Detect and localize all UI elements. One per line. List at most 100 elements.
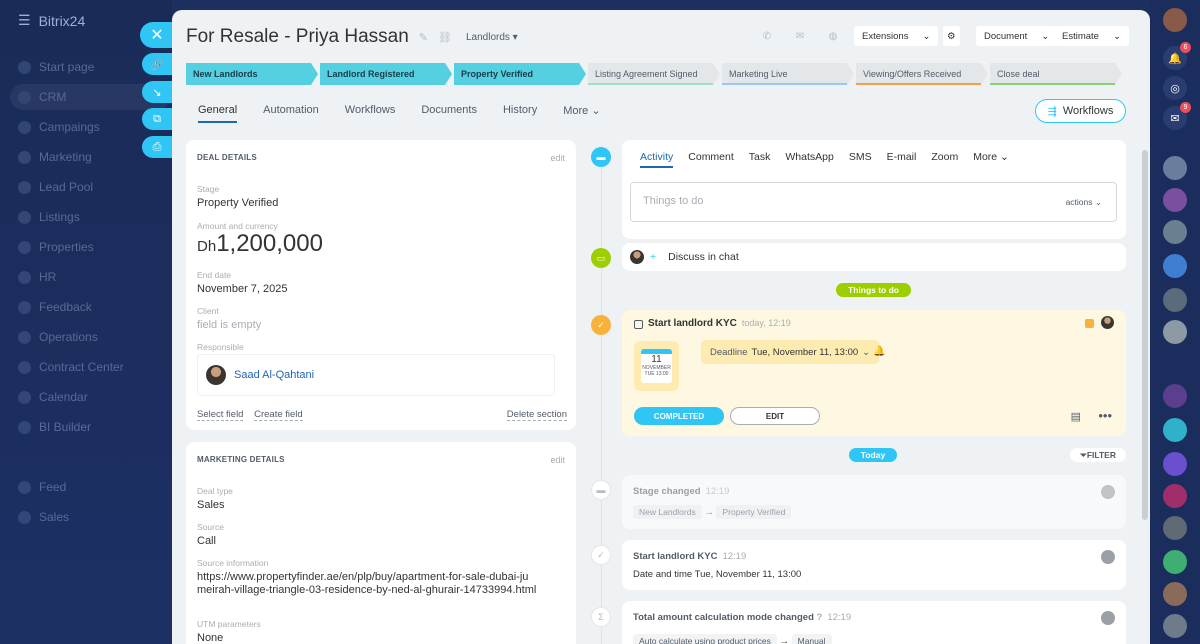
- source-value[interactable]: Call: [197, 535, 216, 547]
- minimize-icon[interactable]: ↘: [142, 81, 172, 103]
- tab-sms[interactable]: SMS: [849, 151, 872, 168]
- contact-avatar[interactable]: [1163, 550, 1187, 574]
- amount-value[interactable]: Dh1,200,000: [197, 230, 323, 258]
- deadline-selector[interactable]: Deadline Tue, November 11, 13:00 ⌄: [701, 340, 880, 364]
- discuss-in-chat[interactable]: + Discuss in chat: [622, 243, 1126, 271]
- sidebar-item-feedback[interactable]: Feedback: [18, 300, 92, 314]
- sidebar-item-bi-builder[interactable]: BI Builder: [18, 420, 91, 434]
- client-value[interactable]: field is empty: [197, 319, 261, 331]
- stage-viewing-offers[interactable]: Viewing/Offers Received: [856, 63, 988, 85]
- tab-email[interactable]: E-mail: [887, 151, 917, 168]
- stage-listing-agreement-signed[interactable]: Listing Agreement Signed: [588, 63, 720, 85]
- tab-general[interactable]: General: [198, 104, 238, 123]
- tab-whatsapp[interactable]: WhatsApp: [785, 151, 833, 168]
- stage-landlord-registered[interactable]: Landlord Registered: [320, 63, 452, 85]
- field-label: End date: [197, 270, 232, 280]
- document-button[interactable]: Document ⌄: [976, 26, 1058, 46]
- sidebar-item-sales[interactable]: Sales: [18, 510, 69, 524]
- extensions-button[interactable]: Extensions ⌄: [854, 26, 939, 46]
- bell-icon[interactable]: 🔔: [873, 346, 885, 357]
- filter-button[interactable]: ⏷ FILTER: [1070, 448, 1126, 462]
- edit-title-icon[interactable]: ✎: [419, 31, 428, 44]
- responsible-name[interactable]: Saad Al-Qahtani: [234, 369, 314, 381]
- sidebar-item-marketing[interactable]: Marketing: [18, 150, 92, 164]
- sidebar-item-lead-pool[interactable]: Lead Pool: [18, 180, 93, 194]
- sidebar-item-campaings[interactable]: Campaings: [18, 120, 100, 134]
- edit-button[interactable]: EDIT: [730, 407, 820, 425]
- things-to-do-input[interactable]: Things to do actions ⌄: [630, 182, 1117, 222]
- deal-type-value[interactable]: Sales: [197, 499, 225, 511]
- phone-icon[interactable]: ✆: [760, 29, 774, 43]
- contact-avatar[interactable]: [1163, 156, 1187, 180]
- notifications-icon[interactable]: 🔔 6: [1163, 42, 1191, 70]
- tab-comment[interactable]: Comment: [688, 151, 734, 168]
- more-icon[interactable]: •••: [1098, 408, 1112, 423]
- help-icon[interactable]: ?: [817, 612, 823, 623]
- edit-link[interactable]: edit: [550, 153, 565, 163]
- tab-workflows[interactable]: Workflows: [345, 104, 396, 123]
- sidebar-item-start-page[interactable]: Start page: [18, 60, 94, 74]
- mail-icon[interactable]: ✉: [793, 29, 807, 43]
- contact-avatar[interactable]: [1163, 254, 1187, 278]
- contact-avatar[interactable]: [1163, 220, 1187, 244]
- settings-button[interactable]: ⚙: [943, 26, 960, 46]
- contact-avatar[interactable]: [1163, 188, 1187, 212]
- stage-new-landlords[interactable]: New Landlords: [186, 63, 318, 85]
- scrollbar[interactable]: [1142, 150, 1148, 520]
- link-icon[interactable]: 🔗: [142, 53, 172, 75]
- note-icon[interactable]: ▤: [1071, 410, 1081, 423]
- user-avatar[interactable]: [1163, 8, 1187, 32]
- tab-task[interactable]: Task: [749, 151, 771, 168]
- estimate-button[interactable]: Estimate ⌄: [1054, 26, 1129, 46]
- tab-more[interactable]: More ⌄: [563, 104, 600, 123]
- end-date-value[interactable]: November 7, 2025: [197, 283, 288, 295]
- completed-button[interactable]: COMPLETED: [634, 407, 724, 425]
- contact-avatar[interactable]: [1163, 516, 1187, 540]
- tab-automation[interactable]: Automation: [263, 104, 319, 123]
- contact-avatar[interactable]: [1163, 582, 1187, 606]
- source-info-value[interactable]: https://www.propertyfinder.ae/en/plp/buy…: [197, 571, 537, 596]
- stage-property-verified[interactable]: Property Verified: [454, 63, 586, 85]
- sidebar-item-calendar[interactable]: Calendar: [18, 390, 88, 404]
- open-new-window-icon[interactable]: ⧉: [142, 108, 172, 130]
- menu-icon[interactable]: ☰: [18, 12, 31, 29]
- contact-avatar[interactable]: [1163, 418, 1187, 442]
- pulse-icon[interactable]: ◎: [1163, 76, 1187, 100]
- payment-icon[interactable]: ◍: [826, 29, 840, 43]
- contact-avatar[interactable]: [1163, 614, 1187, 638]
- stage-value[interactable]: Property Verified: [197, 197, 278, 209]
- task-checkbox[interactable]: [634, 320, 643, 329]
- tab-more[interactable]: More ⌄: [973, 151, 1009, 168]
- edit-link[interactable]: edit: [550, 455, 565, 465]
- task-title[interactable]: Start landlord KYC today, 12:19: [648, 318, 791, 329]
- sidebar-item-contract-center[interactable]: Contract Center: [18, 360, 124, 374]
- sidebar-item-hr[interactable]: HR: [18, 270, 56, 284]
- delete-section-link[interactable]: Delete section: [506, 409, 567, 421]
- sidebar-item-properties[interactable]: Properties: [18, 240, 94, 254]
- contact-avatar[interactable]: [1163, 484, 1187, 508]
- tab-documents[interactable]: Documents: [421, 104, 477, 123]
- create-field-link[interactable]: Create field: [254, 409, 303, 421]
- workflows-button[interactable]: ⇶ Workflows: [1035, 99, 1126, 123]
- contact-avatar[interactable]: [1163, 288, 1187, 312]
- sidebar-item-listings[interactable]: Listings: [18, 210, 80, 224]
- contact-avatar[interactable]: [1163, 320, 1187, 344]
- copy-link-icon[interactable]: ⛓: [438, 31, 452, 44]
- contact-avatar[interactable]: [1163, 452, 1187, 476]
- print-icon[interactable]: ⎙: [142, 136, 172, 158]
- stage-close-deal[interactable]: Close deal: [990, 63, 1122, 85]
- utm-value[interactable]: None: [197, 632, 223, 644]
- sidebar-item-operations[interactable]: Operations: [18, 330, 98, 344]
- sidebar-item-feed[interactable]: Feed: [18, 480, 66, 494]
- actions-dropdown[interactable]: actions ⌄: [1066, 197, 1102, 208]
- tab-zoom[interactable]: Zoom: [931, 151, 958, 168]
- responsible-field[interactable]: Saad Al-Qahtani: [197, 354, 555, 396]
- messenger-icon[interactable]: ✉ 9: [1163, 102, 1191, 130]
- tab-history[interactable]: History: [503, 104, 537, 123]
- close-icon[interactable]: ✕: [140, 22, 174, 48]
- stage-marketing-live[interactable]: Marketing Live: [722, 63, 854, 85]
- category-selector[interactable]: Landlords ▾: [466, 32, 518, 43]
- contact-avatar[interactable]: [1163, 384, 1187, 408]
- tab-activity[interactable]: Activity: [640, 151, 674, 168]
- select-field-link[interactable]: Select field: [197, 409, 244, 421]
